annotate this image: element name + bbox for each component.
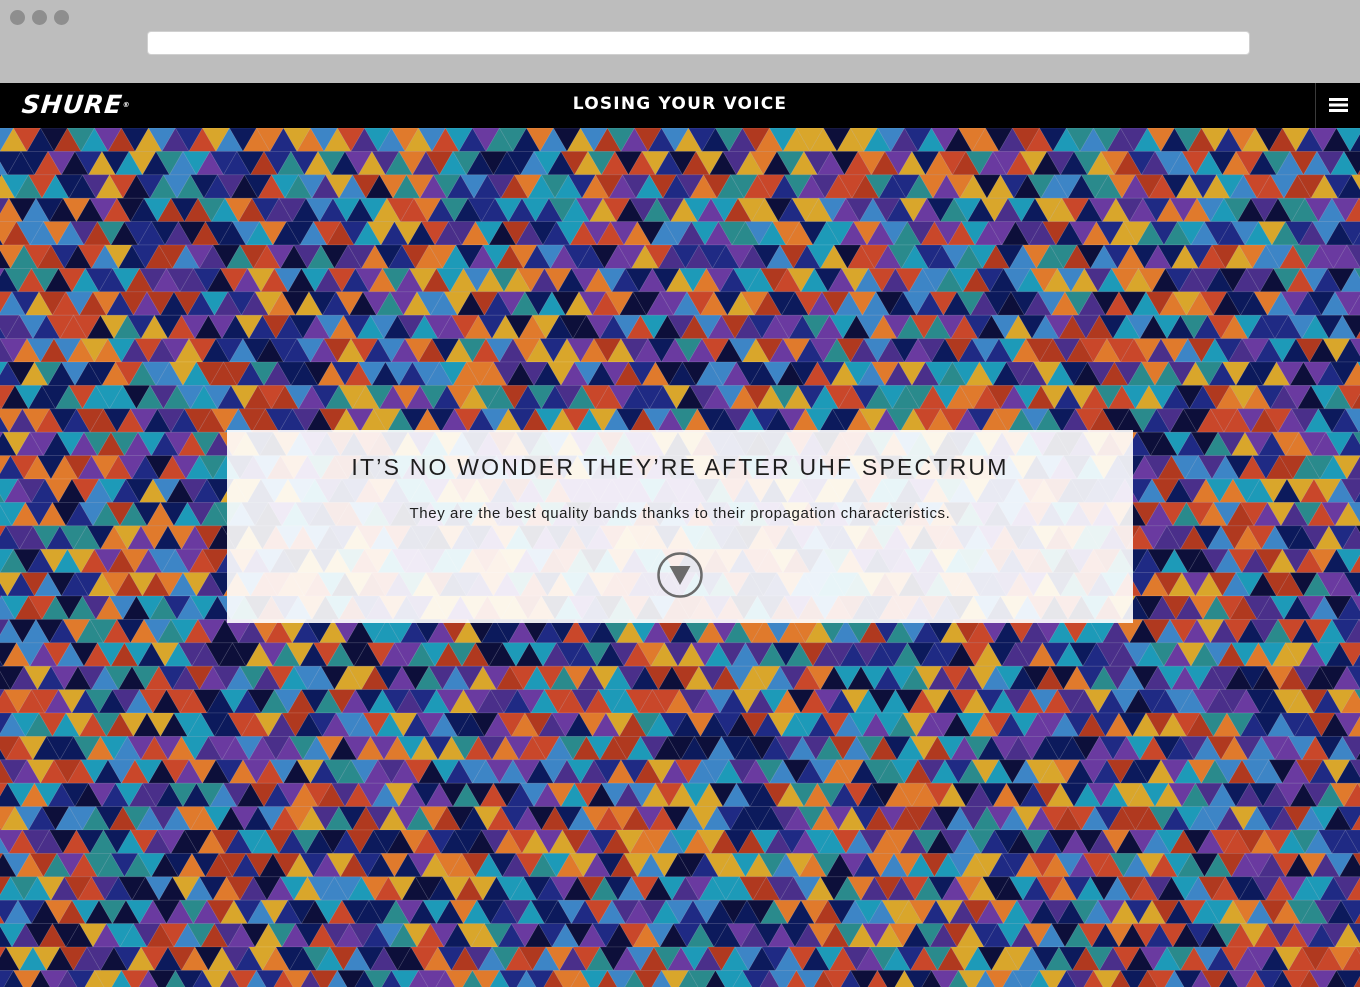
website: SHURE® LOSING YOUR VOICE IT’S NO WONDER … (0, 83, 1360, 987)
hamburger-menu-icon (1329, 98, 1348, 112)
window-maximize-dot[interactable] (54, 10, 69, 25)
card-headline: IT’S NO WONDER THEY’RE AFTER UHF SPECTRU… (351, 454, 1009, 480)
window-minimize-dot[interactable] (32, 10, 47, 25)
scroll-down-button[interactable] (657, 552, 703, 598)
info-card: IT’S NO WONDER THEY’RE AFTER UHF SPECTRU… (227, 430, 1133, 623)
card-subtext: They are the best quality bands thanks t… (409, 505, 951, 522)
hero-section: IT’S NO WONDER THEY’RE AFTER UHF SPECTRU… (0, 128, 1360, 987)
page-title: LOSING YOUR VOICE (572, 94, 788, 114)
down-arrow-circle-icon (657, 552, 703, 598)
top-navbar: SHURE® LOSING YOUR VOICE (0, 83, 1360, 128)
menu-button[interactable] (1315, 83, 1360, 128)
window-close-dot[interactable] (10, 10, 25, 25)
browser-chrome (0, 0, 1360, 83)
address-bar[interactable] (147, 31, 1250, 55)
